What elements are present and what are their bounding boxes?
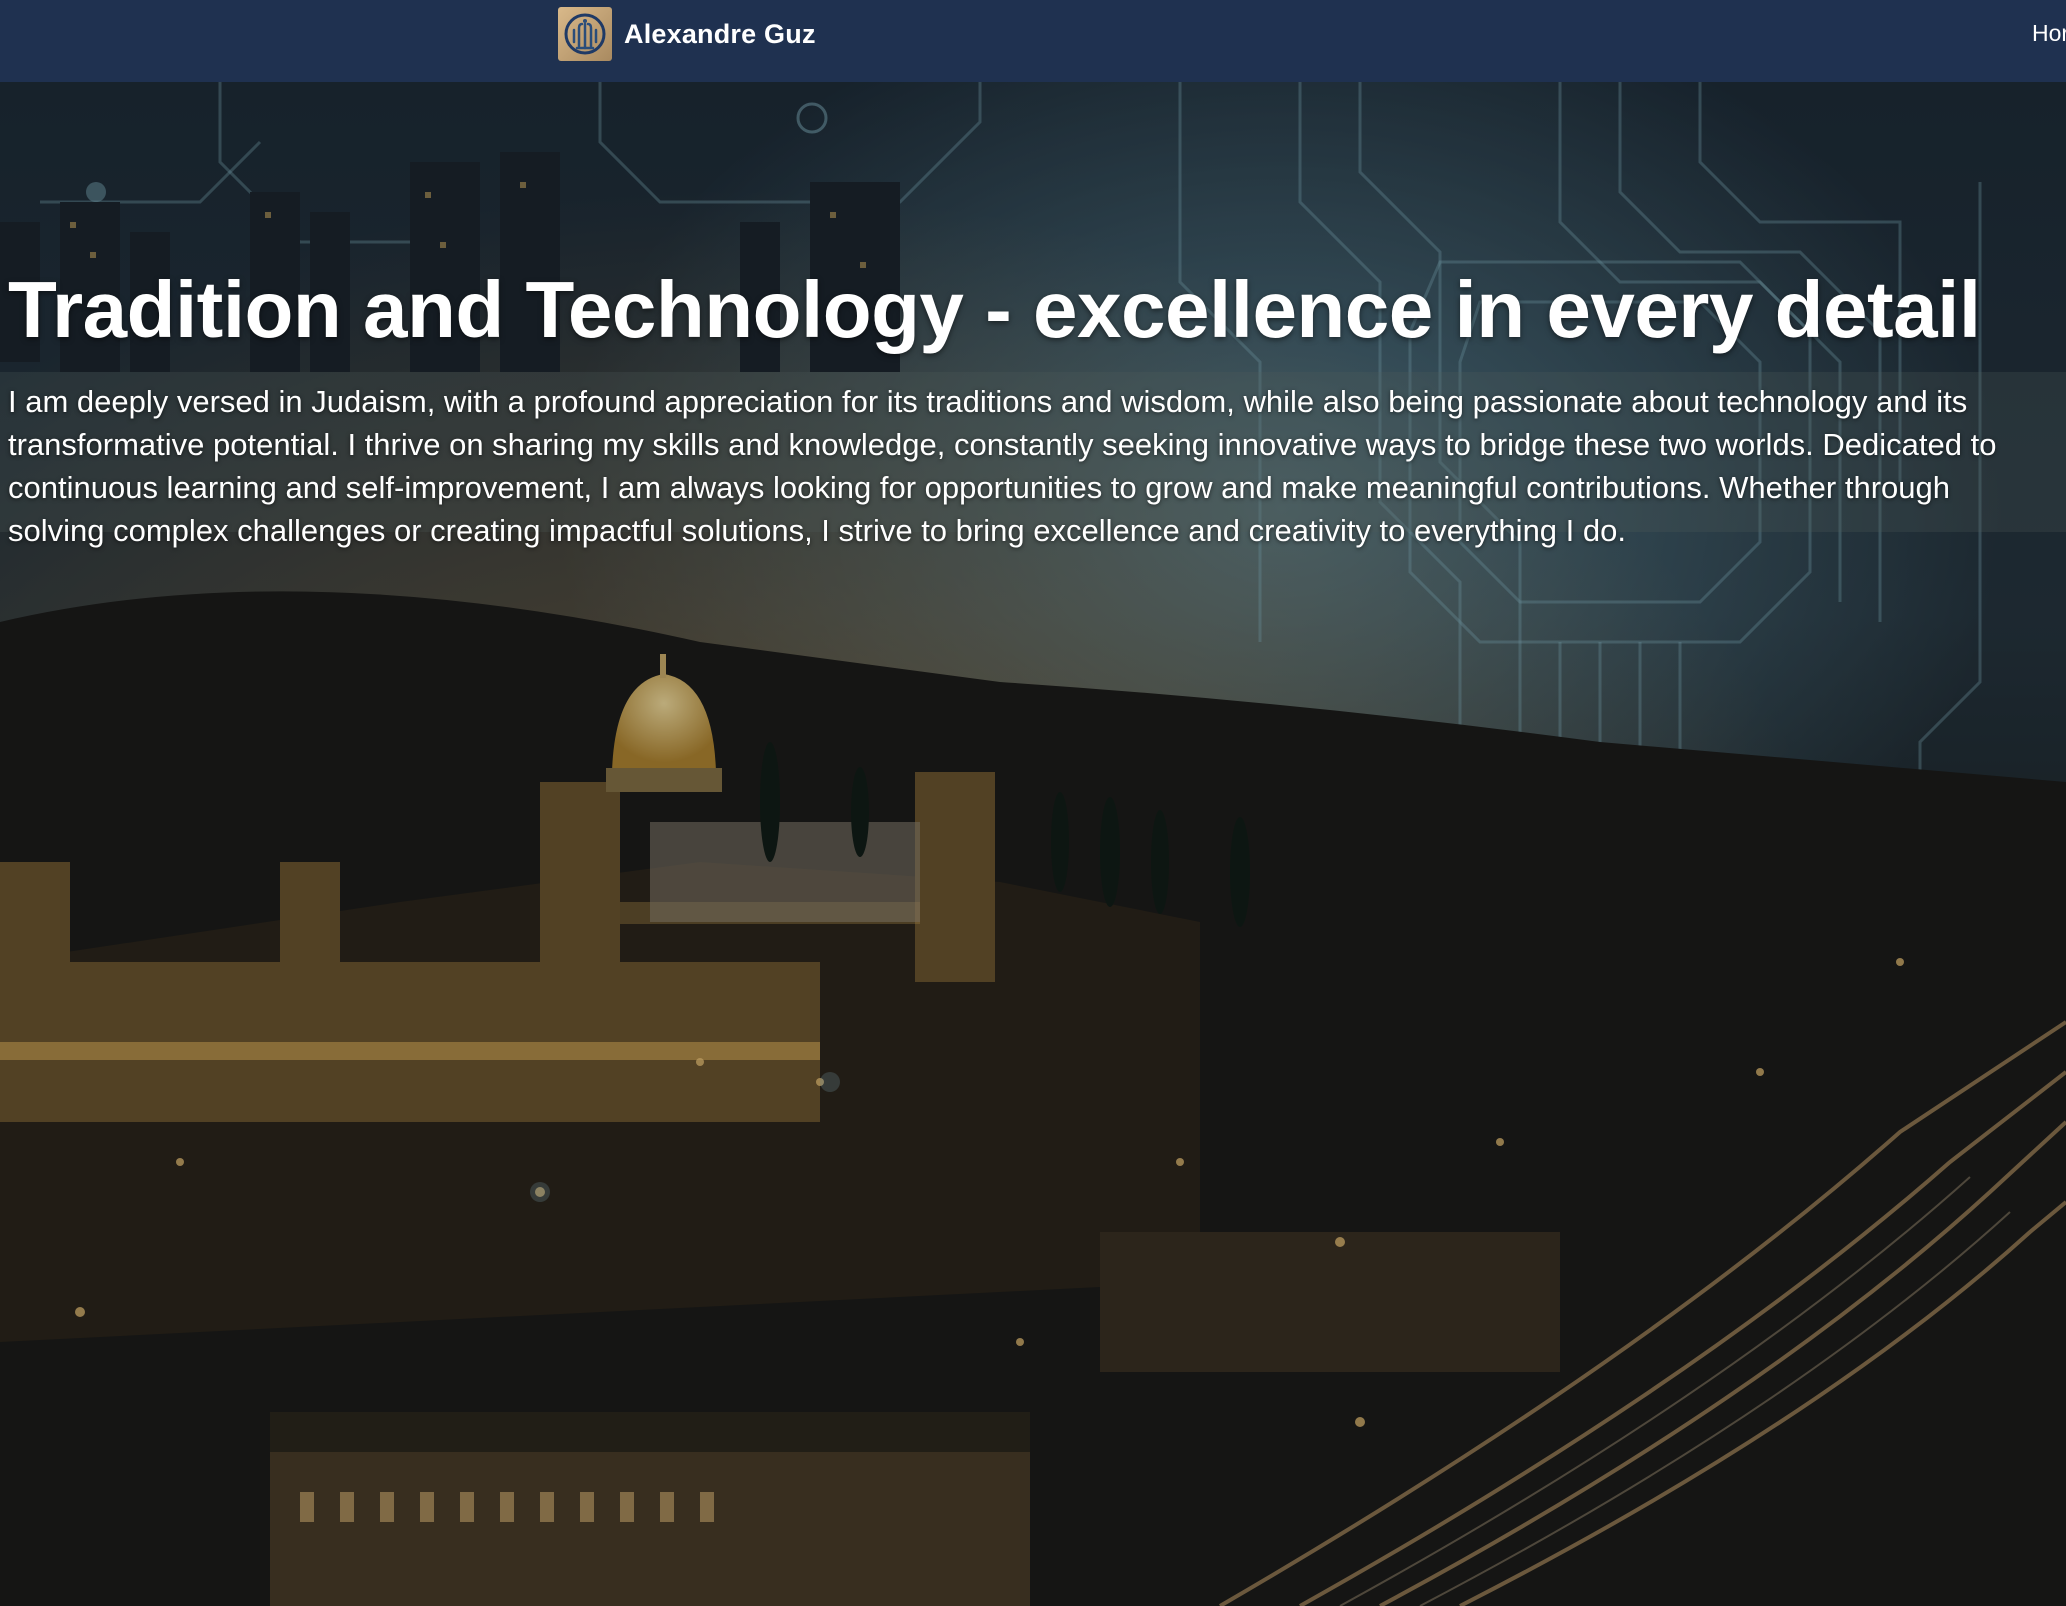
nav-link-home[interactable]: Hor [2032, 20, 2066, 47]
brand-logo-icon [558, 7, 612, 61]
brand-name: Alexandre Guz [624, 18, 816, 49]
hero-content: Tradition and Technology - excellence in… [8, 262, 2048, 552]
hero-section: Tradition and Technology - excellence in… [0, 82, 2066, 1606]
top-navbar: Alexandre Guz Hor [0, 0, 2066, 82]
hero-title: Tradition and Technology - excellence in… [8, 265, 1981, 354]
hero-description: I am deeply versed in Judaism, with a pr… [8, 384, 1997, 548]
brand-link[interactable]: Alexandre Guz [558, 6, 816, 62]
